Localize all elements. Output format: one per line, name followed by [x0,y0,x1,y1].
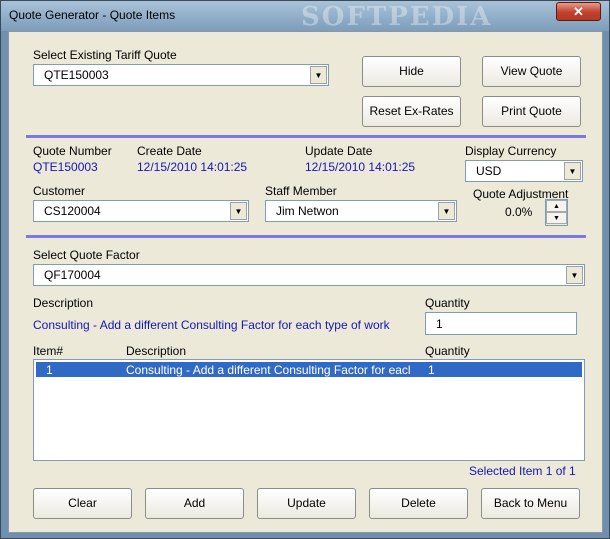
display-currency-label: Display Currency [465,144,557,158]
column-header-description: Description [126,344,187,358]
section-divider [26,135,586,138]
description-value: Consulting - Add a different Consulting … [33,318,390,332]
update-date-label: Update Date [305,144,373,158]
column-header-quantity: Quantity [425,344,470,358]
display-currency-value: USD [476,164,502,178]
staff-member-select[interactable]: Jim Netwon ▼ [265,200,457,222]
delete-button[interactable]: Delete [369,488,468,519]
create-date-label: Create Date [137,144,202,158]
reset-ex-rates-button[interactable]: Reset Ex-Rates [362,96,461,127]
quote-factor-label: Select Quote Factor [33,248,140,262]
chevron-down-icon[interactable]: ▼ [564,162,581,180]
selected-item-status: Selected Item 1 of 1 [469,464,576,478]
update-date-value: 12/15/2010 14:01:25 [305,160,416,174]
column-header-item: Item# [33,344,64,358]
chevron-down-icon[interactable]: ▼ [438,202,455,220]
quantity-field[interactable]: 1 [425,312,577,335]
quote-factor-value: QF170004 [44,268,101,282]
window-title: Quote Generator - Quote Items [9,8,176,22]
customer-select[interactable]: CS120004 ▼ [33,200,249,222]
tariff-quote-label: Select Existing Tariff Quote [33,48,177,62]
customer-label: Customer [33,184,86,198]
chevron-down-icon[interactable]: ▼ [230,202,247,220]
list-item-number: 1 [46,363,53,377]
quantity-label: Quantity [425,296,470,310]
staff-member-label: Staff Member [265,184,337,198]
view-quote-button[interactable]: View Quote [482,56,581,87]
quantity-value: 1 [436,317,443,331]
update-button[interactable]: Update [257,488,356,519]
chevron-down-icon[interactable]: ▼ [566,266,583,284]
tariff-quote-value: QTE150003 [44,68,109,82]
spin-down-icon[interactable]: ▼ [546,212,567,224]
close-icon: ✕ [573,4,584,19]
app-window: Quote Generator - Quote Items SOFTPEDIA … [0,0,610,539]
customer-value: CS120004 [44,204,101,218]
print-quote-button[interactable]: Print Quote [482,96,581,127]
back-to-menu-button[interactable]: Back to Menu [481,488,580,519]
quote-adjustment-value: 0.0% [505,205,533,219]
list-item-quantity: 1 [428,363,435,377]
title-bar[interactable]: Quote Generator - Quote Items SOFTPEDIA … [1,1,609,32]
clear-button[interactable]: Clear [33,488,132,519]
quote-items-list[interactable]: 1 Consulting - Add a different Consultin… [33,359,585,461]
staff-member-value: Jim Netwon [276,204,339,218]
close-button[interactable]: ✕ [556,2,601,21]
watermark-logo: SOFTPEDIA [301,2,493,32]
list-item[interactable]: 1 Consulting - Add a different Consultin… [35,361,583,378]
quote-number-label: Quote Number [33,144,112,158]
quote-factor-select[interactable]: QF170004 ▼ [33,264,585,286]
create-date-value: 12/15/2010 14:01:25 [137,160,248,174]
list-item-description: Consulting - Add a different Consulting … [126,363,411,377]
section-divider [26,235,586,238]
tariff-quote-select[interactable]: QTE150003 ▼ [33,64,329,86]
description-label: Description [33,296,94,310]
display-currency-select[interactable]: USD ▼ [465,160,583,182]
form-client-area: Select Existing Tariff Quote QTE150003 ▼… [8,31,603,533]
spin-up-icon[interactable]: ▲ [546,200,567,212]
add-button[interactable]: Add [145,488,244,519]
hide-button[interactable]: Hide [362,56,461,87]
chevron-down-icon[interactable]: ▼ [310,66,327,84]
quote-adjustment-spinner[interactable]: ▲ ▼ [545,199,568,226]
quote-number-value: QTE150003 [33,160,98,174]
